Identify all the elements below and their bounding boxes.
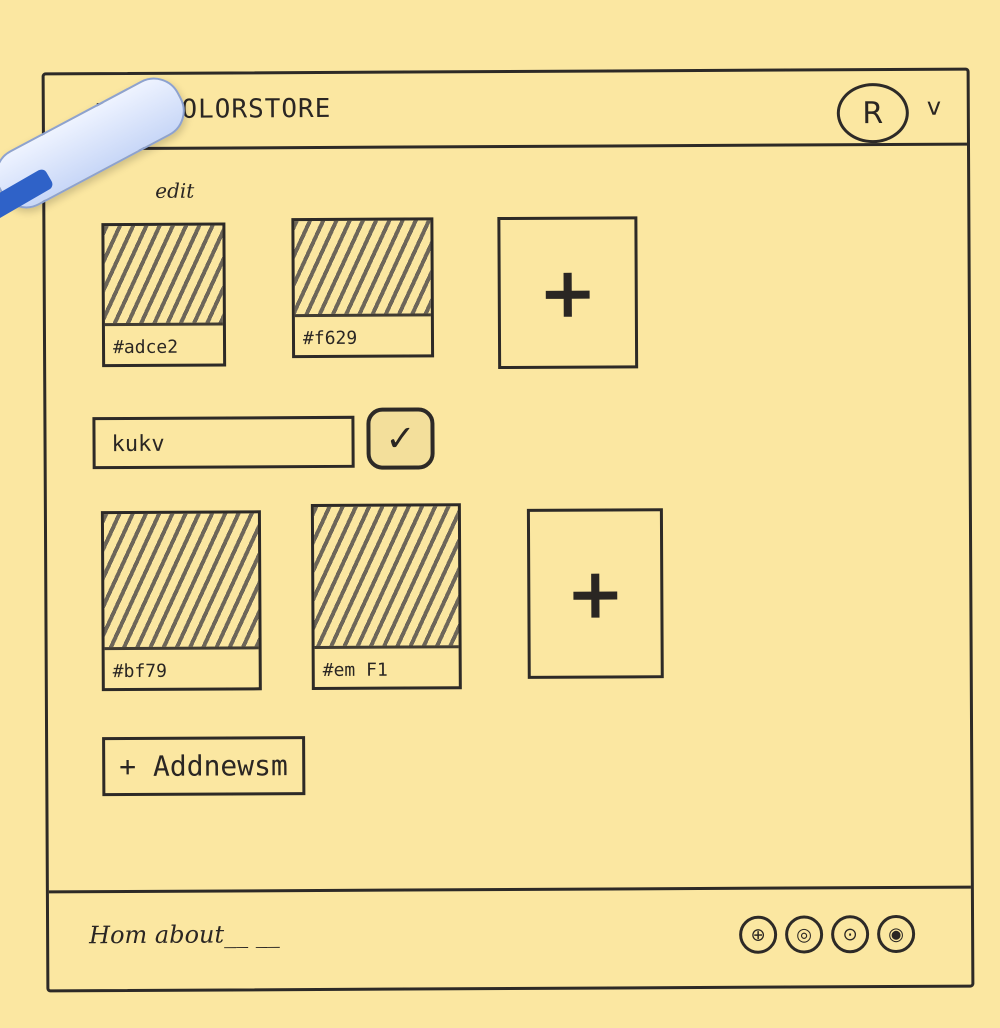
swatch-color-fill <box>313 506 459 650</box>
add-color-tile[interactable]: + <box>526 508 664 679</box>
avatar-letter: R <box>862 95 884 131</box>
color-swatch[interactable]: #bf79 <box>100 510 262 692</box>
app-window: COLORSTORE R v edit #adce2 #f629 + kukv … <box>41 67 975 993</box>
swatch-color-fill <box>294 220 431 318</box>
confirm-button[interactable]: ✓ <box>366 407 435 470</box>
color-swatch[interactable]: #em F1 <box>310 503 462 691</box>
app-title: COLORSTORE <box>164 93 332 125</box>
footer-bar: Hom about__ __ ⊕ ◎ ⊙ ◉ <box>48 885 972 990</box>
swatch-color-fill <box>104 225 223 327</box>
chevron-down-icon[interactable]: v <box>927 93 941 121</box>
check-icon: ✓ <box>385 417 416 460</box>
social-icon-3[interactable]: ⊙ <box>831 915 870 954</box>
palette-name-input[interactable]: kukv <box>92 415 355 470</box>
swatch-code: #adce2 <box>112 336 179 359</box>
social-icon-2[interactable]: ◎ <box>785 915 824 954</box>
social-icon-4[interactable]: ◉ <box>877 914 916 954</box>
footer-links[interactable]: Hom about__ __ <box>89 920 280 949</box>
color-swatch[interactable]: #f629 <box>291 217 435 359</box>
add-new-swatch-button[interactable]: + Addnewsm <box>102 736 305 797</box>
swatch-code: #bf79 <box>112 660 167 683</box>
section-label: edit <box>155 178 195 203</box>
plus-icon: + <box>565 552 625 635</box>
plus-icon: + <box>538 251 598 334</box>
swatch-color-fill <box>103 513 259 651</box>
swatch-code: #f629 <box>302 327 358 350</box>
color-swatch[interactable]: #adce2 <box>101 222 227 368</box>
avatar[interactable]: R <box>836 82 909 144</box>
social-icons: ⊕ ◎ ⊙ ◉ <box>739 914 916 954</box>
swatch-code: #em F1 <box>322 659 388 681</box>
social-icon-1[interactable]: ⊕ <box>739 915 778 954</box>
add-color-tile[interactable]: + <box>497 216 639 370</box>
